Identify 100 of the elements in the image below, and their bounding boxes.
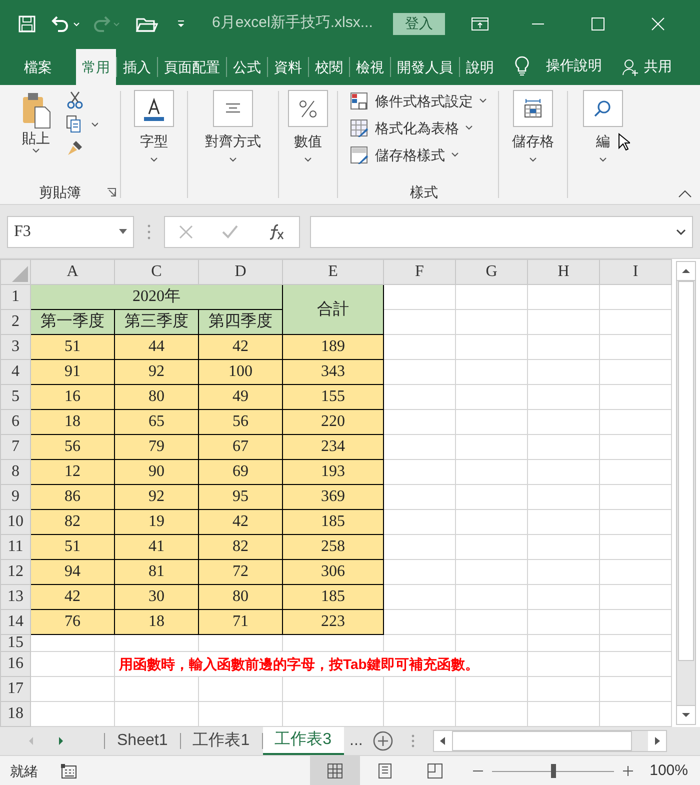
row-header[interactable]: 7 [0, 434, 30, 460]
column-header[interactable]: G [456, 260, 528, 284]
window-title: 6月excel新手技巧.xlsx... [212, 13, 373, 34]
row-header[interactable]: 12 [0, 560, 30, 584]
sheet-tab[interactable]: Sheet1 [105, 727, 180, 755]
customize-icon[interactable] [176, 18, 186, 28]
table-cell: 56 [198, 410, 282, 434]
caret-icon [598, 156, 608, 164]
editing-button[interactable]: 編 [583, 90, 623, 164]
caret-icon [451, 152, 459, 158]
sheet-tab[interactable]: 工作表1 [180, 727, 262, 755]
zoom-slider[interactable] [492, 764, 614, 778]
dialog-launcher-icon[interactable] [107, 188, 116, 197]
number-button[interactable]: 數值 [288, 90, 328, 164]
undo-icon[interactable] [50, 14, 80, 32]
ribbon-tab[interactable]: 校閱 [309, 49, 349, 85]
lightbulb-icon[interactable] [514, 56, 530, 76]
copy-icon[interactable] [66, 115, 98, 133]
close-icon[interactable] [650, 16, 665, 30]
formula-input[interactable] [310, 216, 693, 248]
row-header[interactable]: 15 [0, 634, 30, 652]
table-cell: 306 [282, 560, 384, 584]
column-header[interactable]: H [528, 260, 600, 284]
ribbon-tab[interactable]: 頁面配置 [158, 49, 226, 85]
row-header[interactable]: 3 [0, 334, 30, 360]
column-header[interactable]: E [282, 260, 384, 284]
row-header[interactable]: 11 [0, 534, 30, 560]
row-header[interactable]: 10 [0, 510, 30, 534]
paste-button[interactable]: 貼上 [18, 91, 54, 180]
name-box[interactable]: F3 [7, 216, 134, 248]
ribbon-tab[interactable]: 開發人員 [391, 49, 459, 85]
table-cell: 94 [30, 560, 114, 584]
column-header[interactable]: C [114, 260, 198, 284]
scroll-down-icon[interactable] [677, 705, 695, 724]
horizontal-scrollbar-thumb[interactable] [452, 731, 632, 751]
font-button[interactable]: 字型 [134, 90, 174, 164]
table-cell: 185 [282, 510, 384, 534]
row-header[interactable]: 8 [0, 460, 30, 484]
row-header[interactable]: 9 [0, 484, 30, 510]
caret-icon [465, 125, 473, 131]
table-format-icon [350, 118, 369, 138]
zoom-in-icon[interactable] [622, 765, 634, 777]
caret-icon [228, 156, 238, 164]
caret-icon [479, 98, 487, 104]
share-button[interactable]: 共用 [622, 56, 672, 77]
zoom-level[interactable]: 100% [650, 760, 688, 782]
alignment-button[interactable]: 對齊方式 [205, 90, 261, 164]
table-cell: 51 [30, 334, 114, 360]
ribbon-tab[interactable]: 檢視 [350, 49, 390, 85]
scroll-left-icon[interactable] [434, 731, 452, 751]
maximize-icon[interactable] [590, 16, 605, 30]
ribbon-tab[interactable]: 常用 [76, 49, 116, 85]
table-cell: 2020年 [30, 284, 282, 310]
row-header[interactable]: 13 [0, 584, 30, 610]
vertical-scrollbar-thumb[interactable] [678, 281, 694, 661]
scroll-up-icon[interactable] [677, 262, 695, 281]
cells-button[interactable]: 儲存格 [512, 90, 554, 164]
page-break-icon [426, 762, 444, 780]
sign-in-button[interactable]: 登入 [392, 12, 445, 34]
column-header[interactable]: I [600, 260, 672, 284]
table-cell: 51 [30, 534, 114, 560]
mouse-pointer-icon [618, 133, 630, 151]
save-icon[interactable] [18, 14, 36, 32]
ribbon-tab[interactable]: 公式 [227, 49, 267, 85]
table-cell: 42 [198, 510, 282, 534]
styles-menu-button[interactable]: 儲存格樣式 [350, 145, 498, 165]
table-cell: 56 [30, 434, 114, 460]
view-button[interactable] [310, 756, 360, 785]
row-header[interactable]: 1 [0, 284, 30, 310]
table-cell: 90 [114, 460, 198, 484]
macro-record-icon[interactable] [60, 763, 78, 779]
row-header[interactable]: 2 [0, 310, 30, 334]
note-text: 用函數時，輸入函數前邊的字母，按Tab鍵即可補充函數。 [114, 652, 528, 676]
row-header[interactable]: 16 [0, 652, 30, 676]
column-header[interactable]: F [384, 260, 456, 284]
ribbon-display-icon[interactable] [470, 16, 489, 30]
tell-me-text[interactable]: 操作說明 [546, 55, 602, 76]
ribbon-tab[interactable]: 插入 [117, 49, 157, 85]
sheet-tab[interactable]: 工作表3 [262, 727, 344, 755]
column-header[interactable]: D [198, 260, 282, 284]
ribbon-tab[interactable]: 資料 [268, 49, 308, 85]
row-header[interactable]: 4 [0, 360, 30, 384]
drag-handle-icon[interactable] [147, 224, 151, 240]
styles-menu-button[interactable]: 條件式格式設定 [350, 91, 498, 111]
table-cell: 234 [282, 434, 384, 460]
ribbon-tab[interactable]: 說明 [460, 49, 500, 85]
table-cell: 79 [114, 434, 198, 460]
row-header[interactable]: 18 [0, 702, 30, 726]
row-header[interactable]: 17 [0, 676, 30, 702]
table-cell: 189 [282, 334, 384, 360]
collapse-ribbon-icon[interactable] [678, 190, 692, 198]
row-header[interactable]: 6 [0, 410, 30, 434]
ribbon-tab[interactable]: 檔案 [12, 49, 64, 85]
table-cell: 18 [30, 410, 114, 434]
more-sheets-button[interactable]: ... [344, 727, 369, 755]
styles-menu-button[interactable]: 格式化為表格 [350, 118, 498, 138]
row-header[interactable]: 14 [0, 610, 30, 634]
column-header[interactable]: A [30, 260, 114, 284]
scroll-right-icon[interactable] [648, 731, 666, 751]
row-header[interactable]: 5 [0, 384, 30, 410]
